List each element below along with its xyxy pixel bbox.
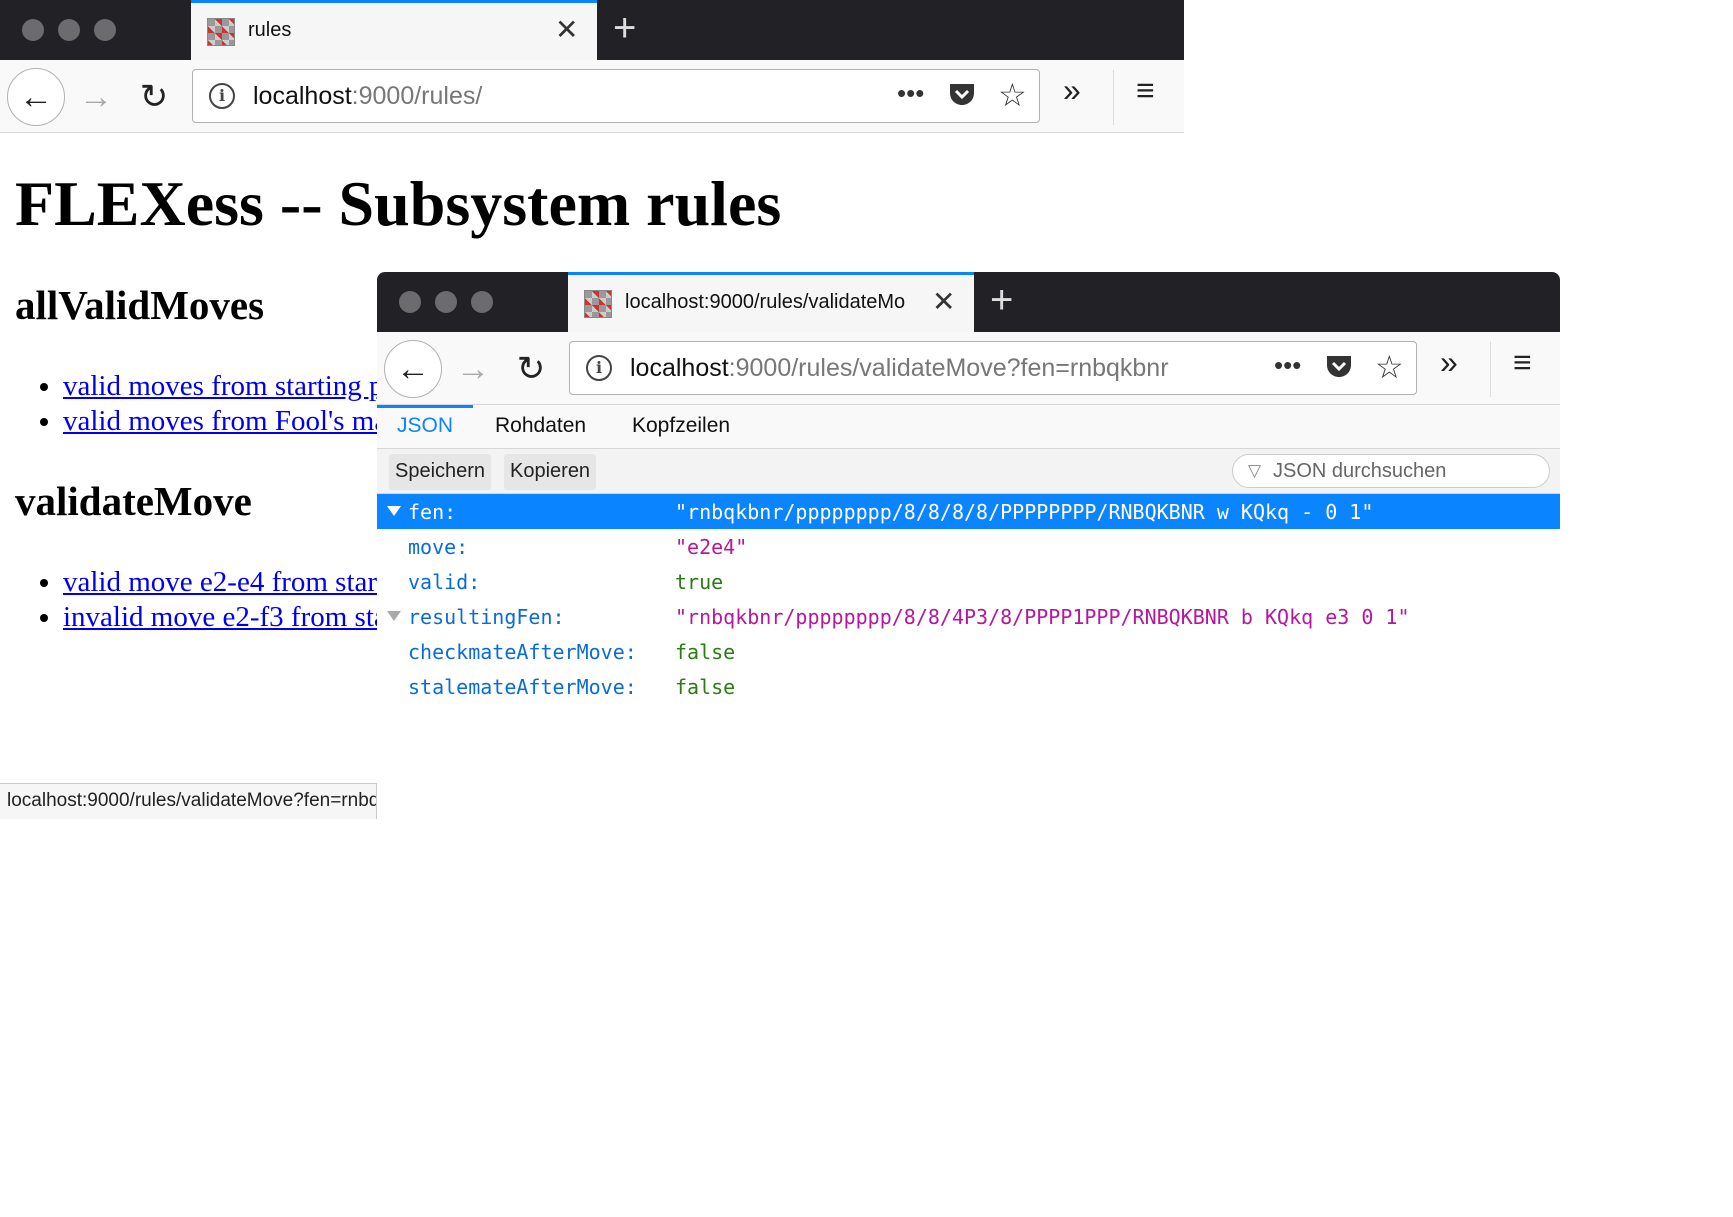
json-row-valid[interactable]: valid: true — [377, 564, 1560, 599]
json-row-stalemateaftermove[interactable]: stalemateAfterMove: false — [377, 669, 1560, 704]
new-tab-button[interactable]: + — [990, 280, 1013, 320]
close-window-button[interactable] — [399, 291, 421, 313]
info-icon[interactable]: i — [209, 83, 235, 109]
tab-json[interactable]: JSON — [377, 405, 474, 449]
star-icon[interactable]: ☆ — [1375, 348, 1404, 386]
url-host: localhost — [630, 354, 729, 382]
json-key: move: — [408, 535, 469, 559]
json-key: valid: — [408, 570, 481, 594]
arrow-left-icon: ← — [19, 77, 53, 116]
arrow-right-icon: → — [456, 349, 490, 388]
reload-icon: ↻ — [139, 78, 169, 116]
expand-triangle-icon[interactable] — [387, 506, 401, 516]
ellipsis-icon[interactable]: ••• — [1274, 350, 1301, 381]
json-viewer-tabs: JSON Rohdaten Kopfzeilen — [377, 405, 1560, 449]
copy-button[interactable]: Kopieren — [504, 454, 597, 490]
hamburger-menu-icon[interactable]: ≡ — [1513, 344, 1532, 381]
pocket-icon[interactable] — [1324, 352, 1354, 389]
tab-close-icon[interactable]: ✕ — [555, 16, 578, 44]
reload-button[interactable]: ↻ — [502, 340, 560, 398]
info-icon[interactable]: i — [586, 355, 612, 381]
json-value: true — [675, 570, 724, 594]
minimize-window-button[interactable] — [58, 19, 80, 41]
json-row-fen[interactable]: fen: "rnbqkbnr/pppppppp/8/8/8/8/PPPPPPPP… — [377, 494, 1560, 529]
json-row-resultingfen[interactable]: resultingFen: "rnbqkbnr/pppppppp/8/8/4P3… — [377, 599, 1560, 634]
overflow-double-chevron-icon[interactable]: » — [1063, 72, 1081, 109]
window-controls — [22, 19, 116, 41]
navigation-toolbar: ← → ↻ i localhost:9000/rules/validateMov… — [377, 332, 1560, 405]
expand-triangle-icon[interactable] — [387, 611, 401, 621]
pocket-icon[interactable] — [947, 80, 977, 117]
json-value: "rnbqkbnr/pppppppp/8/8/8/8/PPPPPPPP/RNBQ… — [675, 500, 1374, 524]
reload-icon: ↻ — [516, 350, 546, 388]
json-value: "e2e4" — [675, 535, 748, 559]
reload-button[interactable]: ↻ — [125, 68, 183, 126]
toolbar-separator — [1490, 342, 1491, 397]
json-value: false — [675, 675, 736, 699]
tab-strip: rules ✕ + — [0, 0, 1184, 60]
link-invalid-move-e2f3[interactable]: invalid move e2-f3 from start — [63, 601, 404, 633]
json-filter-placeholder: JSON durchsuchen — [1273, 460, 1447, 482]
forward-button[interactable]: → — [444, 340, 502, 398]
overflow-double-chevron-icon[interactable]: » — [1440, 344, 1458, 381]
close-window-button[interactable] — [22, 19, 44, 41]
link-valid-moves-fools-mate[interactable]: valid moves from Fool's mate — [63, 405, 408, 437]
back-button[interactable]: ← — [384, 340, 442, 398]
filter-icon: ▽ — [1248, 461, 1262, 480]
toolbar-separator — [1113, 70, 1114, 125]
url-path: :9000/rules/validateMove?fen=rnbqkbnr — [728, 354, 1169, 382]
json-tree: fen: "rnbqkbnr/pppppppp/8/8/8/8/PPPPPPPP… — [377, 494, 1560, 704]
tab-strip: localhost:9000/rules/validateMove ✕ + — [377, 272, 1560, 332]
status-bar-url: localhost:9000/rules/validateMove?fen=rn… — [0, 783, 377, 819]
json-key: stalemateAfterMove: — [408, 675, 637, 699]
zoom-window-button[interactable] — [471, 291, 493, 313]
new-tab-button[interactable]: + — [613, 8, 636, 48]
arrow-right-icon: → — [79, 77, 113, 116]
favicon-icon — [207, 18, 235, 46]
tab-rules[interactable]: rules ✕ — [191, 0, 597, 60]
favicon-icon — [584, 290, 612, 318]
ellipsis-icon[interactable]: ••• — [897, 78, 924, 109]
tab-validatemove[interactable]: localhost:9000/rules/validateMove ✕ — [568, 272, 974, 332]
arrow-left-icon: ← — [396, 349, 430, 388]
tab-rohdaten[interactable]: Rohdaten — [475, 405, 606, 449]
minimize-window-button[interactable] — [435, 291, 457, 313]
link-valid-move-e2e4[interactable]: valid move e2-e4 from start — [63, 566, 385, 598]
json-row-move[interactable]: move: "e2e4" — [377, 529, 1560, 564]
json-value: "rnbqkbnr/pppppppp/8/8/4P3/8/PPPP1PPP/RN… — [675, 605, 1410, 629]
json-key: checkmateAfterMove: — [408, 640, 637, 664]
page-title: FLEXess -- Subsystem rules — [15, 168, 782, 239]
star-icon[interactable]: ☆ — [998, 76, 1027, 114]
url-path: :9000/rules/ — [351, 82, 483, 110]
hamburger-menu-icon[interactable]: ≡ — [1136, 72, 1155, 109]
json-row-checkmateaftermove[interactable]: checkmateAfterMove: false — [377, 634, 1560, 669]
url-text: localhost:9000/rules/ — [253, 82, 873, 111]
zoom-window-button[interactable] — [94, 19, 116, 41]
window-controls — [399, 291, 493, 313]
save-button[interactable]: Speichern — [389, 454, 492, 490]
json-viewer-toolbar: Speichern Kopieren ▽ JSON durchsuchen — [377, 449, 1560, 494]
back-button[interactable]: ← — [7, 68, 65, 126]
url-text: localhost:9000/rules/validateMove?fen=rn… — [630, 354, 1210, 383]
browser-window-validatemove: localhost:9000/rules/validateMove ✕ + ← … — [377, 272, 1560, 1087]
json-key: resultingFen: — [408, 605, 565, 629]
json-value: false — [675, 640, 736, 664]
tab-kopfzeilen[interactable]: Kopfzeilen — [612, 405, 750, 449]
url-host: localhost — [253, 82, 352, 110]
tab-title: rules — [248, 19, 292, 41]
tab-title: localhost:9000/rules/validateMove — [625, 291, 905, 313]
address-bar[interactable]: i localhost:9000/rules/ ••• ☆ — [192, 69, 1040, 123]
json-filter-input[interactable]: ▽ JSON durchsuchen — [1232, 454, 1550, 488]
tab-close-icon[interactable]: ✕ — [932, 288, 955, 316]
json-key: fen: — [408, 500, 457, 524]
navigation-toolbar: ← → ↻ i localhost:9000/rules/ ••• ☆ » ≡ — [0, 60, 1184, 133]
forward-button[interactable]: → — [67, 68, 125, 126]
address-bar[interactable]: i localhost:9000/rules/validateMove?fen=… — [569, 341, 1417, 395]
